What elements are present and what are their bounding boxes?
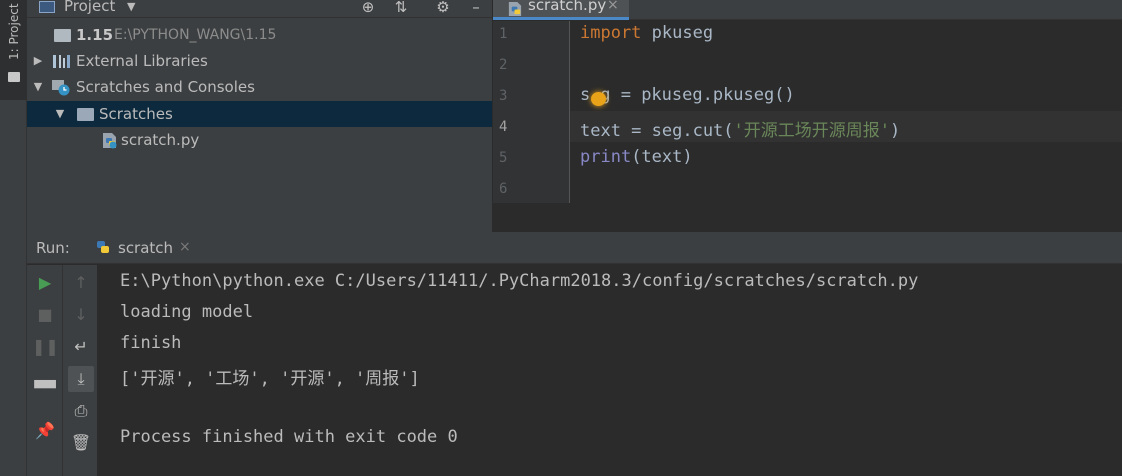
line-number-gutter — [493, 21, 569, 203]
run-tool-window: Run: scratch × ▶ ■ ❚❚ ▀▀ 📌 ↑ ↓ ↵ ⤓ ⎙ 🗑 E… — [27, 232, 1122, 476]
line-number: 2 — [499, 57, 508, 73]
console-line: loading model — [120, 302, 254, 322]
run-toolbar-secondary: ↑ ↓ ↵ ⤓ ⎙ 🗑 — [63, 265, 98, 476]
line-number: 3 — [499, 88, 508, 104]
editor-tab-label: scratch.py — [528, 0, 607, 14]
gear-icon[interactable]: ⚙ — [434, 0, 452, 17]
code-text: g = pkuseg.pkuseg() — [600, 85, 795, 105]
line-number: 5 — [499, 150, 508, 166]
chevron-down-icon[interactable]: ▼ — [55, 101, 65, 127]
folder-icon — [54, 29, 71, 42]
tree-item-scratches[interactable]: ▼ Scratches — [27, 101, 492, 127]
tree-item-project-root[interactable]: 1.15 E:\PYTHON_WANG\1.15 — [27, 22, 492, 48]
code-text: text = seg.cut( — [580, 121, 734, 141]
arrow-down-icon[interactable]: ↓ — [68, 302, 94, 328]
run-tab-label: scratch — [118, 239, 174, 257]
tree-item-label: Scratches — [99, 105, 173, 123]
close-icon[interactable]: × — [179, 239, 191, 255]
console-line: E:\Python\python.exe C:/Users/11411/.PyC… — [120, 271, 919, 291]
scratches-icon — [52, 80, 70, 96]
python-icon — [97, 241, 109, 253]
run-title: Run: — [36, 239, 70, 257]
stop-icon[interactable]: ■ — [32, 302, 58, 328]
project-view-selector[interactable]: Project — [64, 0, 115, 15]
project-folder-icon — [39, 1, 55, 13]
code-string: '开源工场开源周报' — [733, 121, 891, 141]
left-tool-strip: 1: Project — [0, 0, 27, 476]
tree-item-label: 1.15 — [76, 26, 114, 44]
code-line-3[interactable]: s g = pkuseg.pkuseg() — [580, 85, 795, 105]
run-toolbar-primary: ▶ ■ ❚❚ ▀▀ 📌 — [27, 265, 63, 476]
tree-item-label: External Libraries — [76, 52, 208, 70]
arrow-up-icon[interactable]: ↑ — [68, 270, 94, 296]
folder-icon — [77, 108, 94, 121]
locate-target-icon[interactable]: ⊕ — [359, 0, 377, 17]
chevron-right-icon[interactable]: ▶ — [33, 48, 43, 74]
code-line-4[interactable]: text = seg.cut('开源工场开源周报') — [580, 116, 900, 141]
tree-item-scratches-and-consoles[interactable]: ▼ Scratches and Consoles — [27, 74, 492, 100]
code-text: pkuseg — [641, 23, 714, 43]
layout-icon[interactable]: ▀▀ — [32, 376, 58, 402]
tree-item-label: Scratches and Consoles — [76, 78, 255, 96]
editor-empty-area[interactable] — [493, 203, 1122, 232]
console-line: ['开源', '工场', '开源', '周报'] — [120, 369, 420, 389]
code-text: ) — [890, 121, 901, 141]
chevron-down-icon[interactable]: ▼ — [127, 0, 135, 13]
code-editor: scratch.py × 1 2 3 4 5 6 import pkuseg s… — [493, 0, 1122, 232]
close-icon[interactable]: × — [607, 0, 619, 13]
tree-item-scratch-py[interactable]: scratch.py — [27, 127, 492, 153]
print-icon[interactable]: ⎙ — [68, 398, 94, 424]
line-number: 1 — [499, 26, 508, 42]
line-number: 4 — [499, 119, 508, 135]
editor-tab-bar: scratch.py × — [493, 0, 1122, 20]
pause-icon[interactable]: ❚❚ — [32, 334, 59, 360]
tree-item-label: scratch.py — [121, 131, 200, 149]
tree-item-path: E:\PYTHON_WANG\1.15 — [114, 27, 277, 43]
code-keyword: import — [580, 23, 642, 43]
code-line-5[interactable]: print(text) — [580, 147, 693, 167]
project-tool-tab-label: 1: Project — [7, 3, 21, 60]
chevron-down-icon[interactable]: ▼ — [33, 74, 43, 100]
library-icon — [53, 55, 70, 68]
trash-icon[interactable]: 🗑 — [68, 430, 94, 456]
hide-panel-icon[interactable]: – — [467, 0, 485, 17]
line-number: 6 — [499, 181, 508, 197]
folder-icon — [8, 72, 20, 82]
scroll-to-end-icon[interactable]: ⤓ — [68, 366, 94, 392]
pin-icon[interactable]: 📌 — [32, 418, 58, 444]
code-builtin: print — [580, 147, 632, 167]
project-panel-header: Project ▼ ⊕ ⇅ ⚙ – — [27, 0, 492, 18]
code-line-1[interactable]: import pkuseg — [580, 23, 713, 43]
console-line: finish — [120, 333, 182, 353]
editor-tab-scratch-py[interactable]: scratch.py × — [493, 0, 629, 20]
code-text: (text) — [631, 147, 693, 167]
soft-wrap-icon[interactable]: ↵ — [68, 334, 94, 360]
project-tool-tab[interactable]: 1: Project — [0, 0, 27, 100]
project-panel: Project ▼ ⊕ ⇅ ⚙ – 1.15 E:\PYTHON_WANG\1.… — [27, 0, 492, 232]
intention-bulb-icon[interactable] — [591, 92, 606, 106]
run-header: Run: scratch × — [27, 232, 1122, 264]
run-tab-scratch[interactable]: scratch × — [82, 232, 202, 264]
python-file-icon — [508, 1, 522, 17]
tree-item-external-libraries[interactable]: ▶ External Libraries — [27, 48, 492, 74]
code-text: s — [580, 85, 591, 105]
rerun-play-icon[interactable]: ▶ — [32, 270, 58, 296]
collapse-all-icon[interactable]: ⇅ — [392, 0, 410, 17]
console-line: Process finished with exit code 0 — [120, 427, 458, 447]
python-file-icon — [103, 133, 117, 149]
